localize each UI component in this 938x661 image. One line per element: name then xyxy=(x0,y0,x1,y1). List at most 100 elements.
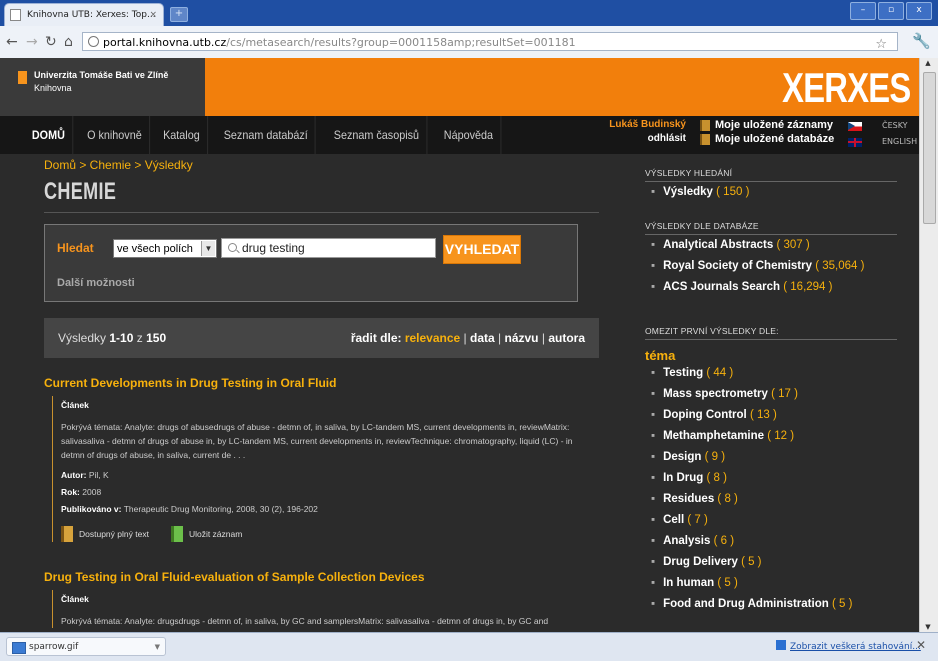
sidebar-item-count: ( 35,064 ) xyxy=(815,260,865,272)
sidebar-item-database[interactable]: ▪ ACS Journals Search ( 16,294 ) xyxy=(645,277,897,298)
facet-item[interactable]: ▪ Mass spectrometry ( 17 ) xyxy=(645,384,897,405)
close-window-button[interactable]: x xyxy=(906,2,932,20)
address-bar[interactable]: portal.knihovna.utb.cz/cs/metasearch/res… xyxy=(82,32,898,54)
facet-item[interactable]: ▪ In human ( 5 ) xyxy=(645,573,897,594)
result-type: Článek xyxy=(61,400,89,410)
sort-relevance[interactable]: relevance xyxy=(405,331,460,345)
sort-author[interactable]: autora xyxy=(548,331,585,345)
page-favicon-icon xyxy=(10,9,21,21)
search-input[interactable]: drug testing xyxy=(221,238,436,258)
sort-label: řadit dle: xyxy=(350,331,402,345)
facet-item[interactable]: ▪ Cell ( 7 ) xyxy=(645,510,897,531)
logout-link[interactable]: odhlásit xyxy=(606,132,686,146)
new-tab-button[interactable]: + xyxy=(170,7,188,22)
lang-english[interactable]: ENGLISH xyxy=(848,134,917,150)
more-options-link[interactable]: Další možnosti xyxy=(57,277,135,289)
reload-icon[interactable]: ↻ xyxy=(45,34,57,50)
saved-records-link[interactable]: Moje uložené záznamy xyxy=(700,118,834,132)
downloads-bar: sparrow.gif ▼ Zobrazit veškerá stahování… xyxy=(0,632,938,661)
published-label: Publikováno v: xyxy=(61,504,122,514)
facet-item[interactable]: ▪ Doping Control ( 13 ) xyxy=(645,405,897,426)
fulltext-link[interactable]: Dostupný plný text xyxy=(79,527,149,541)
sidebar-item-database[interactable]: ▪ Analytical Abstracts ( 307 ) xyxy=(645,235,897,256)
breadcrumb[interactable]: Domů > Chemie > Výsledky xyxy=(44,158,599,172)
download-menu-icon[interactable]: ▼ xyxy=(155,638,160,657)
browser-tab[interactable]: Knihovna UTB: Xerxes: Top... × xyxy=(4,3,164,26)
scroll-up-icon[interactable]: ▲ xyxy=(922,58,934,68)
main-content: Domů > Chemie > Výsledky CHEMIE Hledat v… xyxy=(44,158,599,628)
minimize-button[interactable]: – xyxy=(850,2,876,20)
sidebar-item-label: Royal Society of Chemistry xyxy=(663,260,812,272)
user-name[interactable]: Lukáš Budinský xyxy=(606,118,686,132)
facet-item[interactable]: ▪ Testing ( 44 ) xyxy=(645,363,897,384)
nav-home[interactable]: DOMŮ xyxy=(25,116,73,154)
university-logo[interactable]: Univerzita Tomáše Bati ve Zlíně Knihovna xyxy=(0,58,205,116)
sidebar-item-database[interactable]: ▪ Royal Society of Chemistry ( 35,064 ) xyxy=(645,256,897,277)
page-info-icon xyxy=(88,36,99,47)
result-title[interactable]: Drug Testing in Oral Fluid-evaluation of… xyxy=(44,570,599,584)
facet-item[interactable]: ▪ Food and Drug Administration ( 5 ) xyxy=(645,594,897,615)
maximize-button[interactable]: ▫ xyxy=(878,2,904,20)
window-controls: – ▫ x xyxy=(850,2,932,20)
utb-logo-icon xyxy=(18,71,27,84)
nav-journal-list[interactable]: Seznam časopisů xyxy=(327,116,428,154)
scrollbar-thumb[interactable] xyxy=(923,72,936,224)
nav-catalog[interactable]: Katalog xyxy=(156,116,209,154)
facet-count: ( 5 ) xyxy=(717,577,738,589)
search-button[interactable]: VYHLEDAT xyxy=(443,235,521,264)
published-value: Therapeutic Drug Monitoring, 2008, 30 (2… xyxy=(123,504,318,514)
forward-arrow-icon[interactable]: → xyxy=(26,34,38,50)
scroll-down-icon[interactable]: ▼ xyxy=(922,622,934,632)
nav-help[interactable]: Nápověda xyxy=(437,116,502,154)
result-topics: Pokrývá témata: Analyte: drugsdrugs - de… xyxy=(61,614,591,628)
result-type: Článek xyxy=(61,594,89,604)
dropdown-arrow-icon: ▼ xyxy=(201,241,215,256)
topics-text: Analyte: drugs of abusedrugs of abuse - … xyxy=(61,422,573,460)
facet-item[interactable]: ▪ Drug Delivery ( 5 ) xyxy=(645,552,897,573)
search-query: drug testing xyxy=(242,241,305,255)
facet-count: ( 13 ) xyxy=(749,409,777,421)
facet-count: ( 5 ) xyxy=(831,598,853,610)
facet-item[interactable]: ▪ Residues ( 8 ) xyxy=(645,489,897,510)
facet-label: In Drug xyxy=(663,472,704,484)
sort-date[interactable]: data xyxy=(470,331,495,345)
sort-title[interactable]: názvu xyxy=(505,331,539,345)
close-downloads-icon[interactable]: ✕ xyxy=(916,638,926,652)
database-results-list: ▪ Analytical Abstracts ( 307 ) ▪ Royal Soc… xyxy=(645,235,897,298)
facet-item[interactable]: ▪ Design ( 9 ) xyxy=(645,447,897,468)
show-all-downloads-link[interactable]: Zobrazit veškerá stahování... xyxy=(776,640,921,652)
results-count: Výsledky 1-10 z 150 xyxy=(58,318,166,358)
search-field-select[interactable]: ve všech polích ▼ xyxy=(113,239,217,258)
result-title[interactable]: Current Developments in Drug Testing in … xyxy=(44,376,599,390)
page-scrollbar[interactable]: ▲ ▼ xyxy=(919,58,938,632)
facet-item[interactable]: ▪ In Drug ( 8 ) xyxy=(645,468,897,489)
result-topics: Pokrývá témata: Analyte: drugs of abused… xyxy=(61,420,591,462)
home-icon[interactable]: ⌂ xyxy=(64,34,73,50)
lang-czech[interactable]: ČESKY xyxy=(848,118,917,134)
saved-databases-label: Moje uložené databáze xyxy=(715,133,835,145)
lang-czech-label: ČESKY xyxy=(882,121,908,130)
czech-flag-icon xyxy=(848,121,862,131)
facet-count: ( 8 ) xyxy=(717,493,738,505)
xerxes-brand: XERXES xyxy=(781,64,911,111)
search-results-heading: VÝSLEDKY HLEDÁNÍ xyxy=(645,168,897,182)
save-record-link[interactable]: Uložit záznam xyxy=(189,527,242,541)
facet-item[interactable]: ▪ Methamphetamine ( 12 ) xyxy=(645,426,897,447)
sidebar-item-results[interactable]: ▪ Výsledky ( 150 ) xyxy=(645,182,897,203)
title-divider xyxy=(44,212,599,213)
wrench-menu-icon[interactable]: 🔧 xyxy=(912,32,931,50)
bookmark-star-icon[interactable]: ☆ xyxy=(875,35,887,54)
nav-database-list[interactable]: Seznam databází xyxy=(217,116,316,154)
back-arrow-icon[interactable]: ← xyxy=(6,34,18,50)
browser-toolbar: ← → ↻ ⌂ portal.knihovna.utb.cz/cs/metase… xyxy=(0,26,938,59)
lang-english-label: ENGLISH xyxy=(882,137,918,146)
saved-databases-link[interactable]: Moje uložené databáze xyxy=(700,132,834,146)
tab-close-icon[interactable]: × xyxy=(149,4,157,26)
nav-about-library[interactable]: O knihovně xyxy=(80,116,150,154)
facet-item[interactable]: ▪ Analysis ( 6 ) xyxy=(645,531,897,552)
download-item[interactable]: sparrow.gif ▼ xyxy=(6,637,166,656)
show-all-label: Zobrazit veškerá stahování... xyxy=(790,642,921,652)
year-value: 2008 xyxy=(82,487,102,497)
search-form: Hledat ve všech polích ▼ drug testing VY… xyxy=(44,224,578,302)
sidebar-item-count: ( 16,294 ) xyxy=(783,281,833,293)
